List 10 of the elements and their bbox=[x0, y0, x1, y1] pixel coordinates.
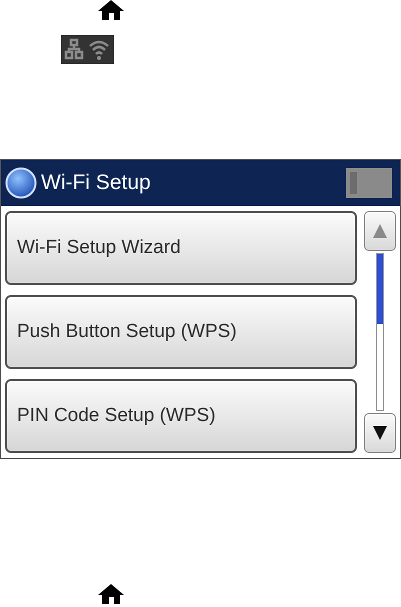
up-arrow-icon bbox=[372, 223, 388, 239]
network-status-icon bbox=[61, 35, 114, 64]
screen-title: Wi-Fi Setup bbox=[41, 171, 152, 195]
home-icon bbox=[98, 0, 124, 20]
down-arrow-icon bbox=[372, 425, 388, 441]
menu-item[interactable]: Wi-Fi Setup Wizard bbox=[5, 211, 357, 285]
menu-item[interactable]: PIN Code Setup (WPS) bbox=[5, 379, 357, 453]
home-icon bbox=[98, 584, 124, 604]
scroll-down-button[interactable] bbox=[364, 413, 396, 453]
menu-item[interactable]: Push Button Setup (WPS) bbox=[5, 295, 357, 369]
